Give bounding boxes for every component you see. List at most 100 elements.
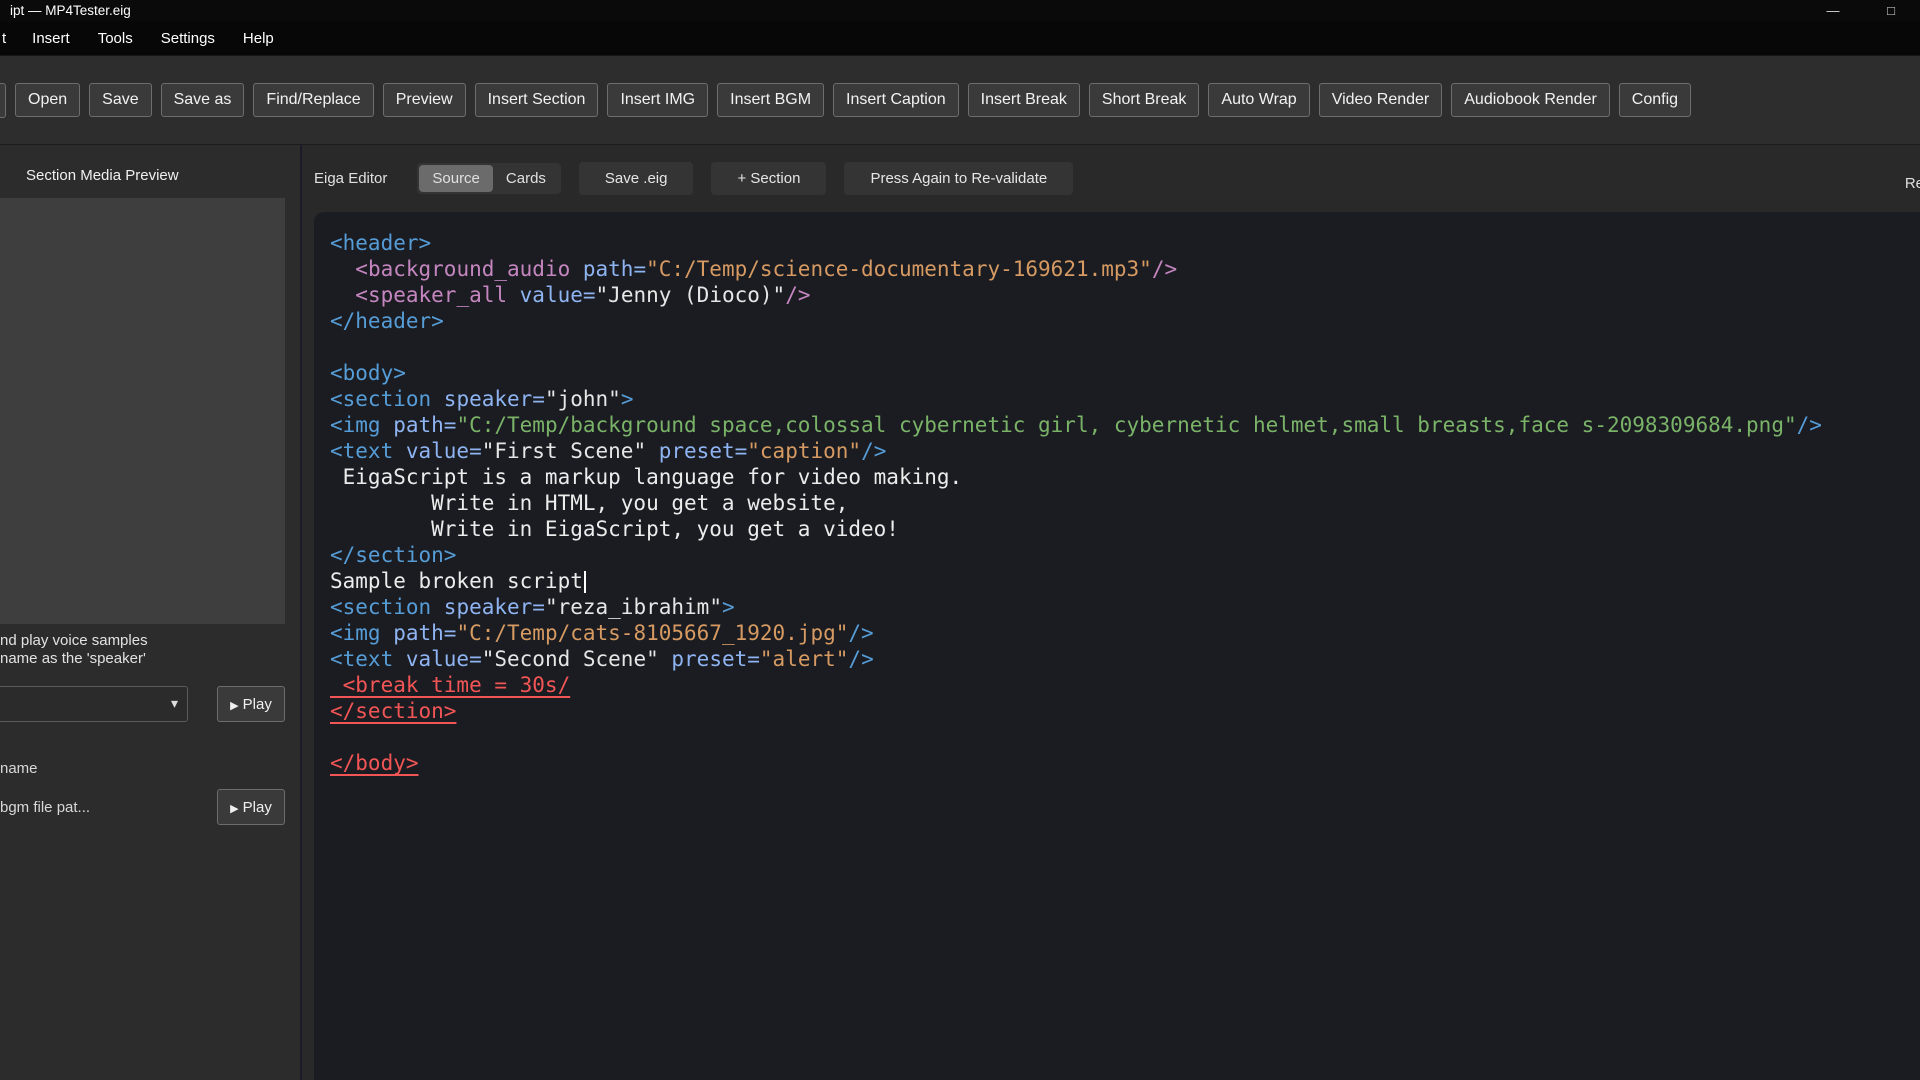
window-controls: — □	[1804, 0, 1920, 21]
tab-cards[interactable]: Cards	[493, 165, 559, 192]
toolbar-button-short-break[interactable]: Short Break	[1089, 83, 1199, 117]
toolbar-button-insert-img[interactable]: Insert IMG	[607, 83, 708, 117]
code-token: </header>	[330, 309, 444, 333]
code-line[interactable]	[330, 334, 1920, 360]
toolbar-button-open[interactable]: Open	[15, 83, 80, 117]
code-line[interactable]: </section>	[330, 698, 1920, 724]
code-line[interactable]: <section speaker="reza_ibrahim">	[330, 594, 1920, 620]
toolbar-button-partial[interactable]	[0, 83, 6, 118]
code-line[interactable]: <text value="Second Scene" preset="alert…	[330, 646, 1920, 672]
sidebar: Section Media Preview nd play voice samp…	[0, 145, 302, 1080]
code-token: speaker=	[431, 595, 545, 619]
code-token: EigaScript is a markup language for vide…	[330, 465, 962, 489]
code-token: path=	[381, 413, 457, 437]
play-voice-label: Play	[243, 696, 272, 713]
code-line[interactable]: <section speaker="john">	[330, 386, 1920, 412]
toolbar-button-auto-wrap[interactable]: Auto Wrap	[1208, 83, 1309, 117]
code-line[interactable]: <img path="C:/Temp/background space,colo…	[330, 412, 1920, 438]
play-voice-button[interactable]: ▶ Play	[217, 686, 285, 722]
menu-item-partial[interactable]: t	[0, 30, 18, 47]
content-area: Section Media Preview nd play voice samp…	[0, 144, 1920, 1080]
code-line[interactable]: <text value="First Scene" preset="captio…	[330, 438, 1920, 464]
code-line[interactable]: <break time = 30s/	[330, 672, 1920, 698]
play-icon: ▶	[230, 700, 238, 712]
toolbar-button-find-replace[interactable]: Find/Replace	[253, 83, 373, 117]
code-token: <break time = 30s/	[330, 673, 570, 697]
text-caret	[584, 571, 586, 593]
render-button-partial[interactable]: Re	[1905, 175, 1920, 192]
code-token: "john"	[545, 387, 621, 411]
toolbar-button-save-as[interactable]: Save as	[161, 83, 245, 117]
code-line[interactable]: <img path="C:/Temp/cats-8105667_1920.jpg…	[330, 620, 1920, 646]
code-token: <section	[330, 387, 431, 411]
code-token: <section	[330, 595, 431, 619]
play-bgm-label: Play	[243, 799, 272, 816]
code-line[interactable]: </header>	[330, 308, 1920, 334]
menu-item-help[interactable]: Help	[229, 30, 288, 47]
bgm-row: bgm file pat... ▶Play	[0, 789, 285, 825]
code-token: >	[621, 387, 634, 411]
code-token	[330, 257, 355, 281]
revalidate-button[interactable]: Press Again to Re-validate	[844, 162, 1073, 195]
toolbar-button-preview[interactable]: Preview	[383, 83, 466, 117]
code-line[interactable]: Write in HTML, you get a website,	[330, 490, 1920, 516]
code-line[interactable]: <body>	[330, 360, 1920, 386]
code-token: path=	[570, 257, 646, 281]
code-line[interactable]: Sample broken script	[330, 568, 1920, 594]
play-bgm-button[interactable]: ▶Play	[217, 789, 285, 825]
code-token: />	[848, 621, 873, 645]
menu-item-tools[interactable]: Tools	[84, 30, 147, 47]
tab-source[interactable]: Source	[419, 165, 493, 192]
code-token: <speaker_all	[355, 283, 507, 307]
name-label: name	[0, 760, 300, 777]
code-token: Sample broken script	[330, 569, 583, 593]
code-token: path=	[381, 621, 457, 645]
code-line[interactable]: <background_audio path="C:/Temp/science-…	[330, 256, 1920, 282]
code-line[interactable]: </section>	[330, 542, 1920, 568]
toolbar: Open Save Save asFind/Replace Preview Insert…	[0, 55, 1920, 144]
code-line[interactable]: EigaScript is a markup language for vide…	[330, 464, 1920, 490]
code-token: "C:/Temp/cats-8105667_1920.jpg"	[456, 621, 848, 645]
code-line[interactable]	[330, 724, 1920, 750]
menu-bar: tInsertToolsSettingsHelp	[0, 21, 1920, 55]
add-section-button[interactable]: + Section	[711, 162, 826, 195]
code-token: <background_audio	[355, 257, 570, 281]
toolbar-button-video-render[interactable]: Video Render	[1319, 83, 1443, 117]
menu-item-settings[interactable]: Settings	[147, 30, 229, 47]
voice-hint-line1: nd play voice samples	[0, 632, 300, 650]
code-editor[interactable]: <header> <background_audio path="C:/Temp…	[314, 212, 1920, 1080]
toolbar-button-insert-bgm[interactable]: Insert BGM	[717, 83, 824, 117]
code-token: Write in HTML, you get a website,	[330, 491, 848, 515]
code-token: "reza_ibrahim"	[545, 595, 722, 619]
code-token: <img	[330, 621, 381, 645]
code-token: speaker=	[431, 387, 545, 411]
menu-item-insert[interactable]: Insert	[18, 30, 84, 47]
toolbar-button-save[interactable]: Save	[89, 83, 151, 117]
editor-tabs: SourceCards	[417, 163, 561, 194]
code-token	[330, 283, 355, 307]
voice-sample-row: ▾ ▶ Play	[0, 686, 285, 722]
save-eig-button[interactable]: Save .eig	[579, 162, 694, 195]
code-line[interactable]: <header>	[330, 230, 1920, 256]
toolbar-button-insert-break[interactable]: Insert Break	[968, 83, 1080, 117]
code-line[interactable]: <speaker_all value="Jenny (Dioco)"/>	[330, 282, 1920, 308]
toolbar-button-config[interactable]: Config	[1619, 83, 1691, 117]
editor-area: Eiga Editor SourceCards Save .eig + Secti…	[302, 145, 1920, 1080]
code-line[interactable]: </body>	[330, 750, 1920, 776]
code-token: />	[861, 439, 886, 463]
code-token: Write in EigaScript, you get a video!	[330, 517, 899, 541]
editor-title: Eiga Editor	[314, 170, 387, 187]
code-line[interactable]: Write in EigaScript, you get a video!	[330, 516, 1920, 542]
voice-sample-select[interactable]: ▾	[0, 686, 188, 722]
toolbar-button-audiobook-render[interactable]: Audiobook Render	[1451, 83, 1610, 117]
code-token: value=	[393, 439, 482, 463]
toolbar-button-insert-section[interactable]: Insert Section	[475, 83, 599, 117]
code-token: preset=	[646, 439, 747, 463]
code-token: "alert"	[760, 647, 849, 671]
toolbar-button-insert-caption[interactable]: Insert Caption	[833, 83, 959, 117]
minimize-icon[interactable]: —	[1804, 0, 1862, 21]
voice-hint-line2: name as the 'speaker'	[0, 650, 300, 668]
maximize-icon[interactable]: □	[1862, 0, 1920, 21]
code-token: value=	[393, 647, 482, 671]
code-token: preset=	[659, 647, 760, 671]
